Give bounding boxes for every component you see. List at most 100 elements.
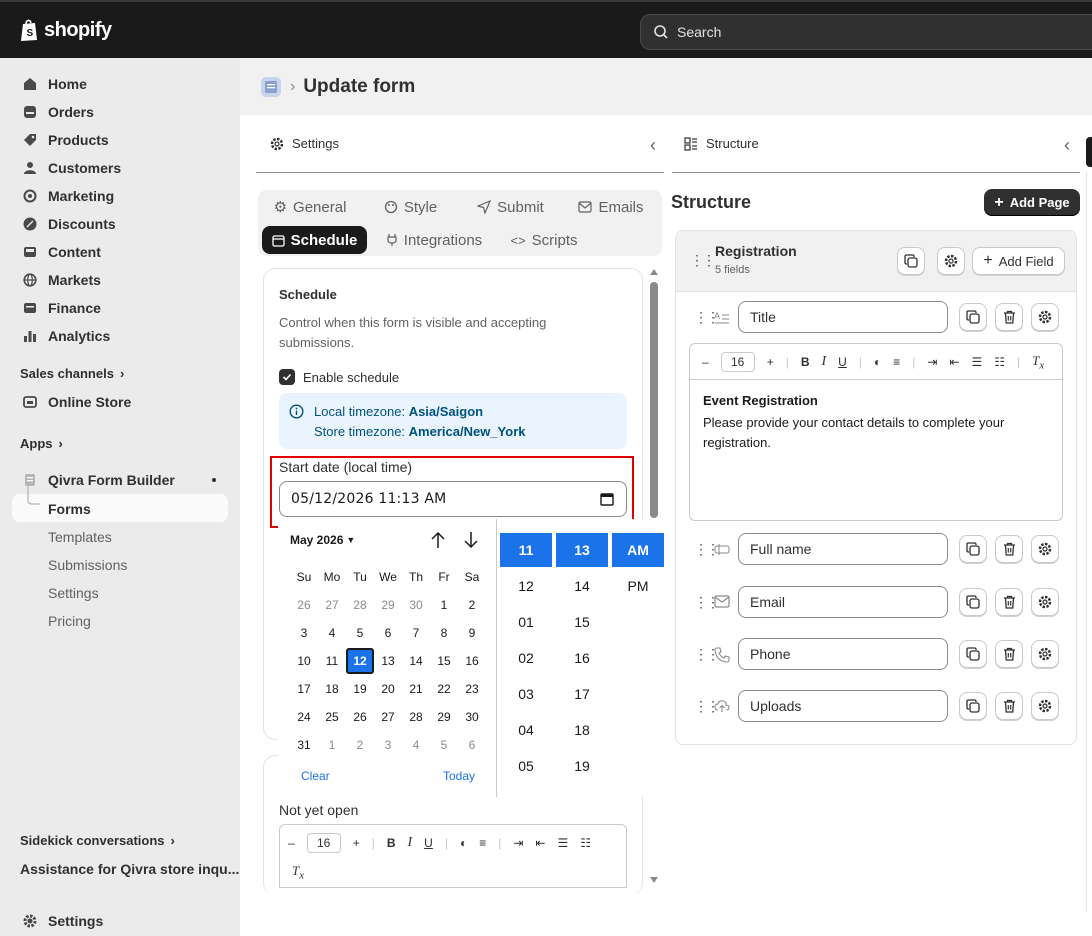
sidebar-item-products[interactable]: Products bbox=[12, 126, 228, 154]
hour-option[interactable]: 12 bbox=[500, 569, 552, 603]
ampm-option[interactable]: PM bbox=[612, 569, 664, 603]
indent-icon[interactable]: ⇥ bbox=[513, 836, 523, 850]
font-size-increase[interactable]: + bbox=[767, 355, 774, 369]
sidebar-item-orders[interactable]: Orders bbox=[12, 98, 228, 126]
calendar-day[interactable]: 6 bbox=[374, 620, 402, 646]
field-settings-button[interactable] bbox=[1031, 303, 1059, 331]
italic-icon[interactable]: I bbox=[408, 835, 413, 851]
calendar-day[interactable]: 8 bbox=[430, 620, 458, 646]
outdent-icon[interactable]: ⇤ bbox=[535, 836, 545, 850]
tab-emails[interactable]: Emails bbox=[564, 193, 658, 221]
tab-general[interactable]: ⚙ General bbox=[262, 193, 358, 221]
tab-style[interactable]: Style bbox=[364, 193, 457, 221]
sidebar-subitem-submissions[interactable]: Submissions bbox=[48, 557, 127, 573]
calendar-day[interactable]: 23 bbox=[458, 676, 486, 702]
collapse-left-icon[interactable]: ‹ bbox=[650, 135, 656, 156]
calendar-day[interactable]: 22 bbox=[430, 676, 458, 702]
minute-option[interactable]: 13 bbox=[556, 533, 608, 567]
sidebar-item-analytics[interactable]: Analytics bbox=[12, 322, 228, 350]
minute-option[interactable]: 15 bbox=[556, 605, 608, 639]
sidebar-item-online-store[interactable]: Online Store bbox=[12, 388, 228, 416]
palette-icon[interactable]: ◐ bbox=[874, 355, 881, 369]
calendar-day[interactable]: 29 bbox=[374, 592, 402, 618]
add-page-button[interactable]: + Add Page bbox=[984, 189, 1080, 216]
align-icon[interactable]: ≡ bbox=[893, 355, 900, 369]
calendar-day[interactable]: 18 bbox=[318, 676, 346, 702]
tab-scripts[interactable]: <> Scripts bbox=[501, 226, 587, 254]
hour-option[interactable]: 03 bbox=[500, 677, 552, 711]
duplicate-page-button[interactable] bbox=[897, 247, 925, 275]
prev-month-icon[interactable] bbox=[430, 531, 446, 549]
sidebar-subitem-pricing[interactable]: Pricing bbox=[48, 613, 91, 629]
calendar-day[interactable]: 14 bbox=[402, 648, 430, 674]
bullet-list-icon[interactable]: ☰ bbox=[557, 836, 568, 850]
outdent-icon[interactable]: ⇤ bbox=[949, 355, 959, 369]
calendar-day[interactable]: 19 bbox=[346, 676, 374, 702]
minute-option[interactable]: 18 bbox=[556, 713, 608, 747]
calendar-day[interactable]: 1 bbox=[318, 732, 346, 758]
bold-icon[interactable]: B bbox=[387, 836, 396, 850]
sidekick-conversation-item[interactable]: Assistance for Qivra store inqu... bbox=[20, 861, 239, 877]
font-size-increase[interactable]: + bbox=[353, 836, 360, 850]
palette-icon[interactable]: ◐ bbox=[460, 836, 467, 850]
calendar-day[interactable]: 3 bbox=[290, 620, 318, 646]
clear-format-icon[interactable]: Tx bbox=[292, 863, 304, 882]
calendar-icon[interactable] bbox=[600, 492, 614, 506]
font-size-decrease[interactable]: – bbox=[702, 355, 709, 369]
ampm-option[interactable]: AM bbox=[612, 533, 664, 567]
page-settings-button[interactable] bbox=[937, 247, 965, 275]
form-app-icon[interactable] bbox=[260, 76, 282, 98]
sales-channels-heading[interactable]: Sales channels › bbox=[20, 366, 124, 381]
align-icon[interactable]: ≡ bbox=[479, 836, 486, 850]
apps-heading[interactable]: Apps › bbox=[20, 436, 63, 451]
calendar-day[interactable]: 28 bbox=[346, 592, 374, 618]
sidebar-item-markets[interactable]: Markets bbox=[12, 266, 228, 294]
tab-submit[interactable]: Submit bbox=[463, 193, 558, 221]
field-settings-button[interactable] bbox=[1031, 692, 1059, 720]
font-size-decrease[interactable]: – bbox=[288, 836, 295, 850]
calendar-day[interactable]: 31 bbox=[290, 732, 318, 758]
duplicate-field-button[interactable] bbox=[959, 588, 987, 616]
minute-option[interactable]: 17 bbox=[556, 677, 608, 711]
font-size-input[interactable]: 16 bbox=[306, 833, 341, 853]
calendar-day[interactable]: 28 bbox=[402, 704, 430, 730]
sidebar-item-finance[interactable]: Finance bbox=[12, 294, 228, 322]
sidekick-heading[interactable]: Sidekick conversations › bbox=[20, 833, 175, 848]
calendar-day[interactable]: 27 bbox=[374, 704, 402, 730]
calendar-day[interactable]: 15 bbox=[430, 648, 458, 674]
calendar-day[interactable]: 13 bbox=[374, 648, 402, 674]
calendar-day[interactable]: 30 bbox=[402, 592, 430, 618]
drag-handle-icon[interactable]: ⋮⋮ bbox=[690, 252, 716, 269]
scroll-down-icon[interactable] bbox=[649, 876, 659, 884]
field-label-input[interactable]: Uploads bbox=[738, 690, 948, 722]
enable-schedule-checkbox[interactable] bbox=[279, 369, 295, 385]
clear-format-icon[interactable]: Tx bbox=[1032, 353, 1044, 372]
hour-option[interactable]: 04 bbox=[500, 713, 552, 747]
calendar-day[interactable]: 6 bbox=[458, 732, 486, 758]
calendar-day[interactable]: 9 bbox=[458, 620, 486, 646]
calendar-day[interactable]: 29 bbox=[430, 704, 458, 730]
tab-schedule[interactable]: Schedule bbox=[262, 226, 367, 254]
field-label-input[interactable]: Title bbox=[738, 301, 948, 333]
calendar-day[interactable]: 5 bbox=[430, 732, 458, 758]
today-link[interactable]: Today bbox=[443, 769, 475, 783]
field-label-input[interactable]: Full name bbox=[738, 533, 948, 565]
sidebar-item-customers[interactable]: Customers bbox=[12, 154, 228, 182]
tab-integrations[interactable]: Integrations bbox=[373, 226, 495, 254]
calendar-day[interactable]: 21 bbox=[402, 676, 430, 702]
month-selector[interactable]: May 2026 ▼ bbox=[290, 533, 355, 547]
sidebar-item-content[interactable]: Content bbox=[12, 238, 228, 266]
sidebar-item-discounts[interactable]: Discounts bbox=[12, 210, 228, 238]
sidebar-item-marketing[interactable]: Marketing bbox=[12, 182, 228, 210]
not-yet-open-editor[interactable]: – 16 + | B I U | ◐ ≡ | ⇥ ⇤ ☰ ☷ Tx bbox=[279, 824, 627, 888]
next-panel-edge[interactable] bbox=[1086, 137, 1092, 167]
calendar-day[interactable]: 1 bbox=[430, 592, 458, 618]
bullet-list-icon[interactable]: ☰ bbox=[971, 355, 982, 369]
duplicate-field-button[interactable] bbox=[959, 640, 987, 668]
calendar-day[interactable]: 16 bbox=[458, 648, 486, 674]
sidebar-item-app[interactable]: Qivra Form Builder bbox=[12, 466, 228, 494]
calendar-day[interactable]: 25 bbox=[318, 704, 346, 730]
underline-icon[interactable]: U bbox=[838, 355, 847, 369]
field-label-input[interactable]: Email bbox=[738, 586, 948, 618]
search-input[interactable]: Search bbox=[640, 14, 1092, 50]
